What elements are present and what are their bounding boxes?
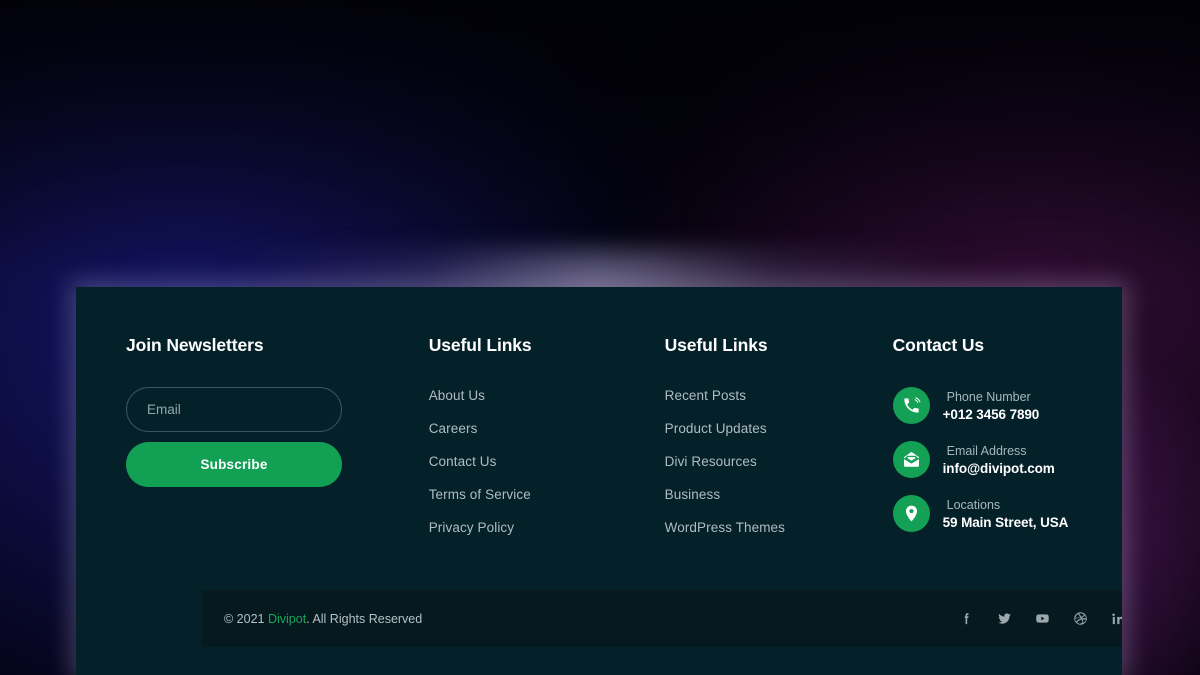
contact-label-phone: Phone Number bbox=[946, 389, 1031, 404]
sidebar-item-recent-posts[interactable]: Recent Posts bbox=[665, 388, 747, 403]
list-item: WordPress Themes bbox=[665, 519, 831, 537]
sidebar-item-contact-us[interactable]: Contact Us bbox=[429, 454, 497, 469]
brand-name: Divipot bbox=[267, 611, 307, 626]
useful-links-2-list: Recent Posts Product Updates Divi Resour… bbox=[665, 387, 831, 537]
contact-text-email: Email Address info@divipot.com bbox=[943, 444, 1055, 476]
sidebar-item-divi-resources[interactable]: Divi Resources bbox=[665, 454, 757, 469]
footer-bottom-bar: © 2021 Divipot. All Rights Reserved bbox=[202, 590, 1122, 647]
copyright-suffix: . All Rights Reserved bbox=[306, 611, 423, 626]
footer-columns: Join Newsletters Subscribe Useful Links … bbox=[126, 335, 1072, 552]
linkedin-icon[interactable] bbox=[1110, 611, 1122, 627]
sidebar-item-business[interactable]: Business bbox=[665, 487, 721, 502]
contact-value-email: info@divipot.com bbox=[942, 460, 1055, 476]
list-item: Business bbox=[665, 486, 831, 504]
envelope-icon bbox=[892, 441, 930, 478]
social-links bbox=[958, 611, 1122, 627]
phone-icon bbox=[892, 387, 930, 424]
contact-label-location: Locations bbox=[946, 497, 1001, 512]
map-pin-icon bbox=[892, 495, 930, 532]
sidebar-item-terms[interactable]: Terms of Service bbox=[429, 487, 531, 502]
sidebar-item-privacy[interactable]: Privacy Policy bbox=[429, 520, 514, 535]
list-item: Privacy Policy bbox=[429, 519, 597, 537]
facebook-icon[interactable] bbox=[958, 611, 974, 627]
youtube-icon[interactable] bbox=[1034, 611, 1050, 627]
useful-links-column-1: Useful Links About Us Careers Contact Us… bbox=[361, 335, 597, 552]
contact-label-email: Email Address bbox=[946, 443, 1027, 458]
backdrop-top-shade bbox=[0, 0, 1200, 280]
contact-row-phone[interactable]: Phone Number +012 3456 7890 bbox=[892, 387, 1072, 424]
list-item: About Us bbox=[429, 387, 597, 405]
sidebar-item-careers[interactable]: Careers bbox=[429, 421, 478, 436]
useful-links-2-heading: Useful Links bbox=[664, 335, 768, 355]
list-item: Terms of Service bbox=[429, 486, 597, 504]
contact-value-phone: +012 3456 7890 bbox=[942, 406, 1040, 422]
sidebar-item-product-updates[interactable]: Product Updates bbox=[665, 421, 767, 436]
footer-content: Join Newsletters Subscribe Useful Links … bbox=[76, 287, 1122, 552]
contact-row-location[interactable]: Locations 59 Main Street, USA bbox=[892, 495, 1072, 532]
list-item: Divi Resources bbox=[665, 453, 831, 471]
contact-value-location: 59 Main Street, USA bbox=[942, 514, 1069, 530]
dribbble-icon[interactable] bbox=[1072, 611, 1088, 627]
sidebar-item-wordpress-themes[interactable]: WordPress Themes bbox=[665, 520, 785, 535]
list-item: Recent Posts bbox=[665, 387, 831, 405]
newsletter-column: Join Newsletters Subscribe bbox=[126, 335, 361, 487]
contact-column: Contact Us Phone Number +012 3456 7890 E… bbox=[831, 335, 1072, 549]
page-root: Join Newsletters Subscribe Useful Links … bbox=[0, 0, 1200, 675]
copyright-prefix: © 2021 bbox=[224, 611, 268, 626]
email-input[interactable] bbox=[126, 387, 342, 432]
contact-text-phone: Phone Number +012 3456 7890 bbox=[943, 390, 1040, 422]
contact-text-location: Locations 59 Main Street, USA bbox=[943, 498, 1069, 530]
contact-row-email[interactable]: Email Address info@divipot.com bbox=[892, 441, 1072, 478]
footer-panel: Join Newsletters Subscribe Useful Links … bbox=[76, 287, 1122, 675]
contact-heading: Contact Us bbox=[892, 335, 985, 355]
list-item: Careers bbox=[429, 420, 597, 438]
useful-links-1-heading: Useful Links bbox=[428, 335, 532, 355]
list-item: Contact Us bbox=[429, 453, 597, 471]
twitter-icon[interactable] bbox=[996, 611, 1012, 627]
useful-links-column-2: Useful Links Recent Posts Product Update… bbox=[597, 335, 831, 552]
list-item: Product Updates bbox=[665, 420, 831, 438]
newsletter-heading: Join Newsletters bbox=[126, 335, 264, 355]
useful-links-1-list: About Us Careers Contact Us Terms of Ser… bbox=[429, 387, 597, 537]
subscribe-button[interactable]: Subscribe bbox=[126, 442, 342, 487]
sidebar-item-about-us[interactable]: About Us bbox=[429, 388, 485, 403]
copyright-text: © 2021 Divipot. All Rights Reserved bbox=[224, 612, 422, 626]
